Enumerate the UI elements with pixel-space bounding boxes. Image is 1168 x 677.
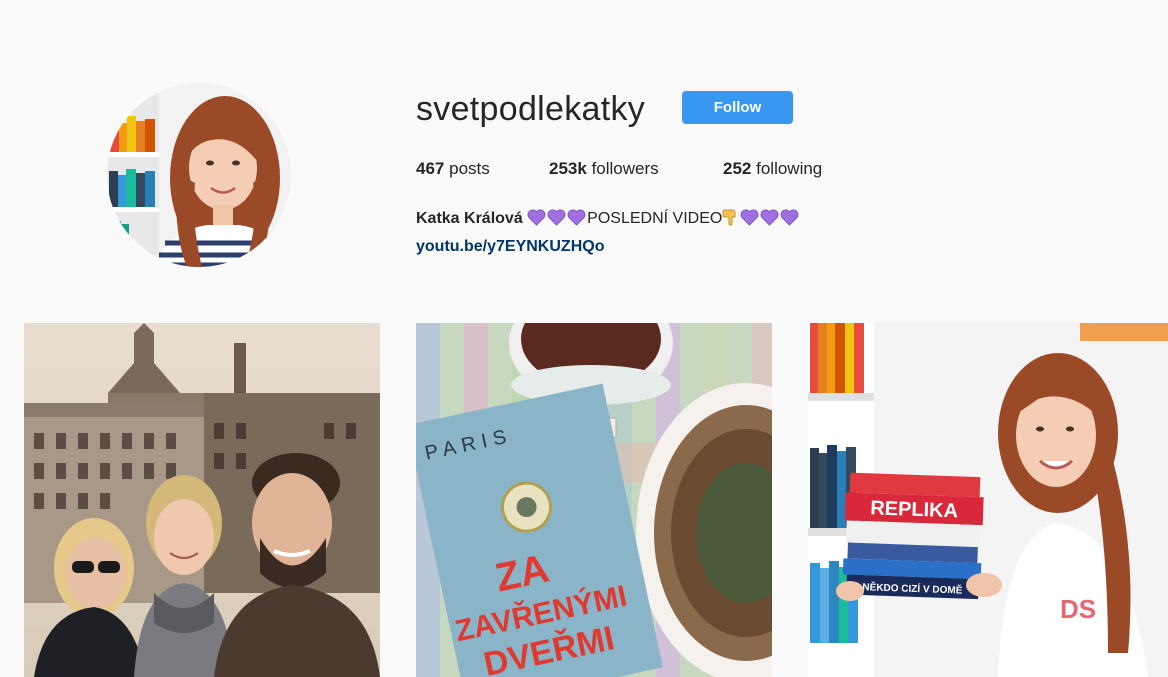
girl-with-books-photo: DS REPLIKA NĚKDO CIZÍ V DOMĚ	[808, 323, 1168, 677]
post-thumbnail[interactable]: PARIS ZA ZAVŘENÝMI DVEŘMI	[416, 323, 772, 677]
following-stat[interactable]: 252 following	[723, 159, 822, 179]
post-thumbnail[interactable]: DS REPLIKA NĚKDO CIZÍ V DOMĚ	[808, 323, 1168, 677]
purple-heart-icon	[567, 209, 586, 234]
purple-heart-icon	[547, 209, 566, 234]
followers-label: followers	[591, 159, 659, 178]
profile-avatar[interactable]	[107, 83, 291, 267]
post-thumbnail[interactable]	[24, 323, 380, 677]
book-spine-replika: REPLIKA	[870, 497, 959, 522]
purple-heart-icon	[740, 209, 759, 234]
posts-count: 467	[416, 159, 445, 178]
following-count: 252	[723, 159, 752, 178]
svg-text:DS: DS	[1060, 594, 1096, 624]
group-selfie-photo	[24, 323, 380, 677]
profile-page: svetpodlekatky Follow 467 posts 253k fol…	[0, 0, 1168, 677]
profile-full-name: Katka Králová	[416, 210, 523, 227]
follow-button[interactable]: Follow	[682, 91, 793, 124]
pointing-down-hand-icon	[722, 208, 738, 234]
bio-line: Katka Králová POSLEDNÍ VIDEO	[416, 206, 800, 234]
purple-heart-icon	[527, 209, 546, 234]
book-tea-cake-photo: PARIS ZA ZAVŘENÝMI DVEŘMI	[416, 323, 772, 677]
posts-label: posts	[449, 159, 490, 178]
posts-stat[interactable]: 467 posts	[416, 159, 490, 179]
avatar-image	[107, 83, 291, 267]
bio-link[interactable]: youtu.be/y7EYNKUZHQo	[416, 234, 800, 259]
purple-heart-icon	[760, 209, 779, 234]
profile-bio: Katka Králová POSLEDNÍ VIDEO youtu.be/y7…	[416, 206, 800, 259]
followers-count: 253k	[549, 159, 587, 178]
purple-heart-icon	[780, 209, 799, 234]
following-label: following	[756, 159, 823, 178]
bio-text: POSLEDNÍ VIDEO	[587, 210, 723, 227]
profile-username: svetpodlekatky	[416, 90, 646, 128]
followers-stat[interactable]: 253k followers	[549, 159, 659, 179]
